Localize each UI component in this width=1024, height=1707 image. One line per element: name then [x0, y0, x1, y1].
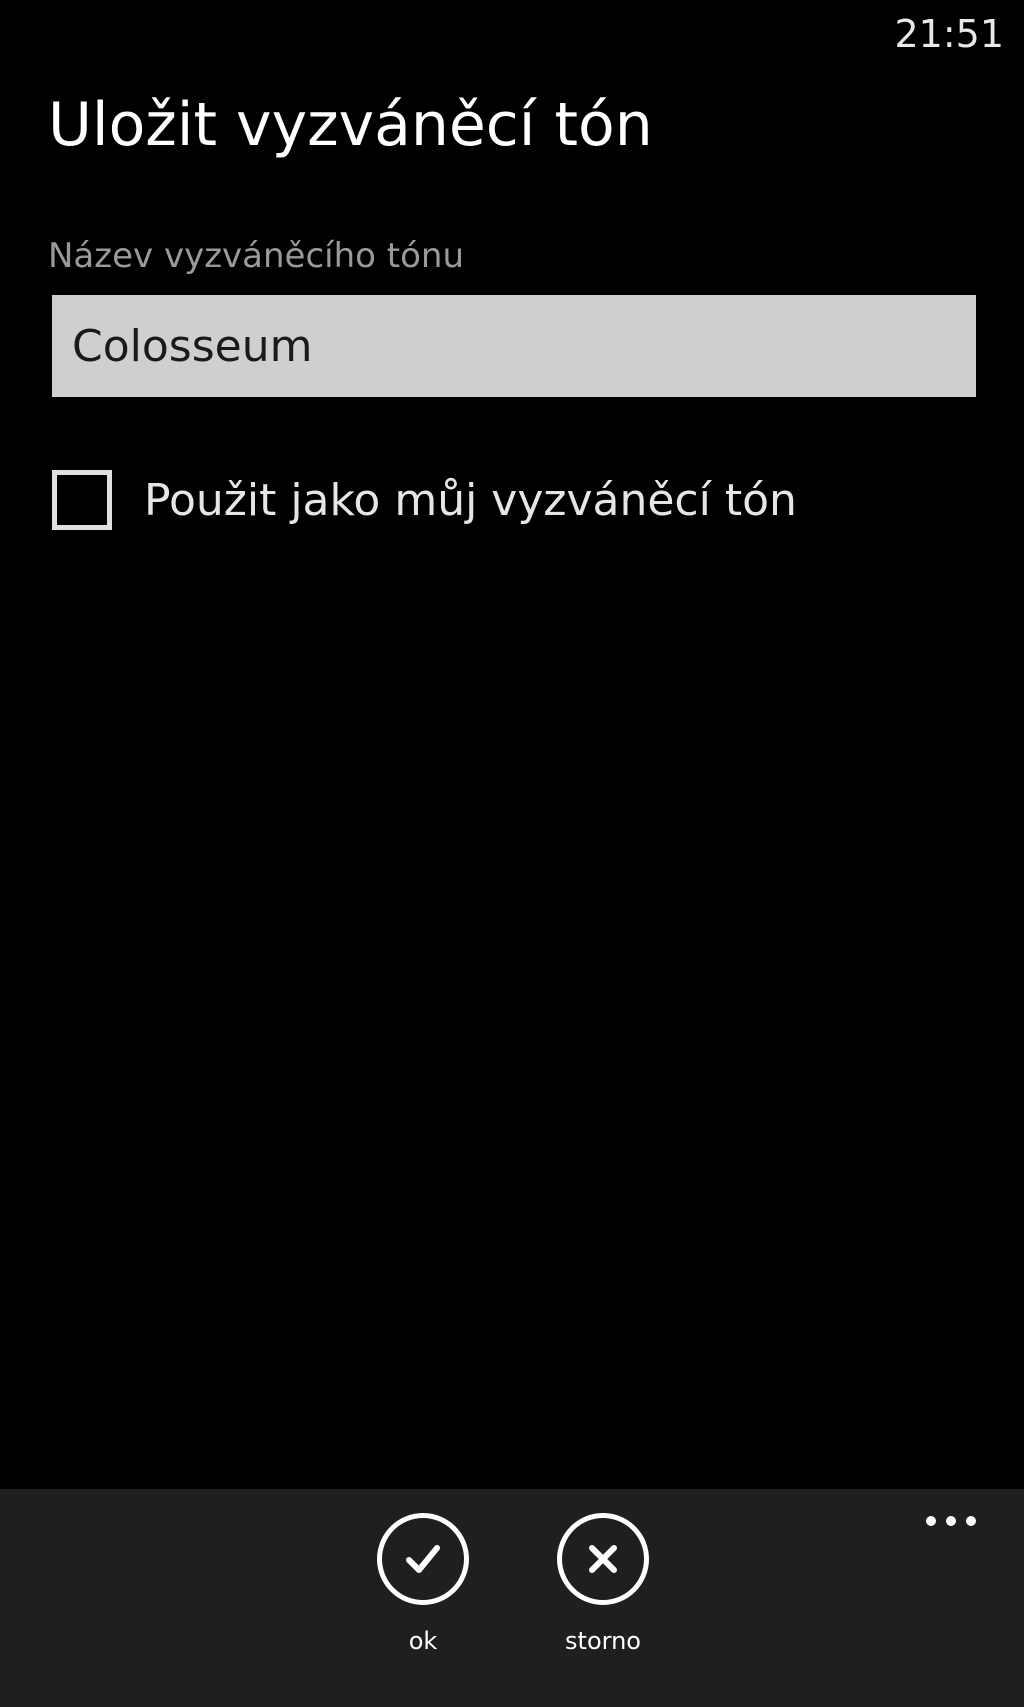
- checkmark-icon: [377, 1513, 469, 1605]
- ellipsis-icon[interactable]: [926, 1501, 976, 1541]
- ellipsis-dot: [966, 1516, 976, 1526]
- close-icon: [557, 1513, 649, 1605]
- use-as-ringtone-checkbox-row[interactable]: Použit jako můj vyzváněcí tón: [52, 470, 797, 530]
- app-bar: ok storno: [0, 1489, 1024, 1707]
- ok-button[interactable]: ok: [358, 1513, 488, 1655]
- ok-button-label: ok: [408, 1627, 438, 1655]
- status-time: 21:51: [894, 12, 1004, 56]
- ellipsis-dot: [946, 1516, 956, 1526]
- use-as-ringtone-checkbox[interactable]: [52, 470, 112, 530]
- cancel-button[interactable]: storno: [538, 1513, 668, 1655]
- use-as-ringtone-label: Použit jako můj vyzváněcí tón: [144, 474, 797, 526]
- page-title: Uložit vyzváněcí tón: [48, 90, 653, 160]
- cancel-button-label: storno: [565, 1627, 641, 1655]
- ringtone-name-label: Název vyzváněcího tónu: [48, 236, 465, 276]
- ringtone-name-input[interactable]: [52, 295, 976, 397]
- ellipsis-dot: [926, 1516, 936, 1526]
